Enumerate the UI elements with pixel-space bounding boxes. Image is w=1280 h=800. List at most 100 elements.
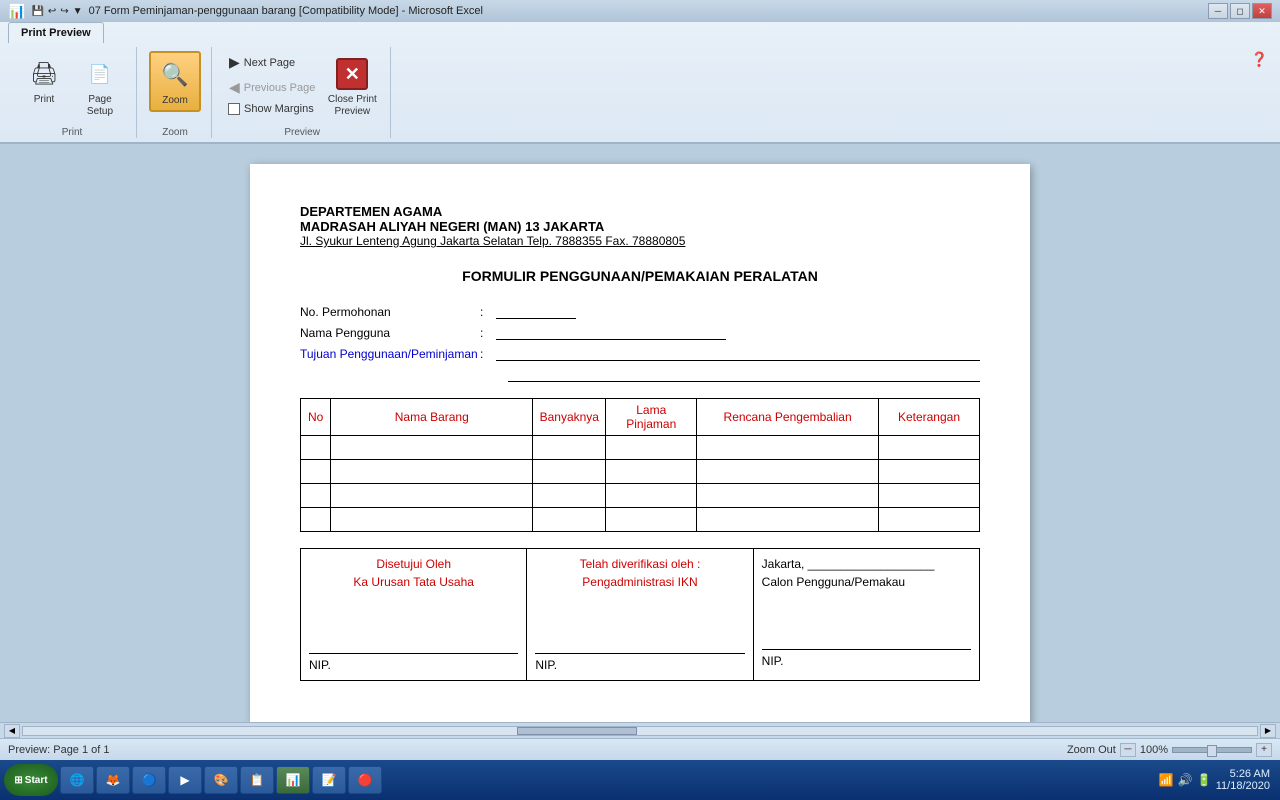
status-left: Preview: Page 1 of 1 — [8, 744, 110, 756]
content-area: DEPARTEMEN AGAMA MADRASAH ALIYAH NEGERI … — [0, 144, 1280, 738]
quick-dropdown[interactable]: ▼ — [73, 6, 83, 17]
zoom-icon: 🔍 — [157, 57, 193, 93]
zoom-button[interactable]: 🔍 Zoom — [149, 51, 201, 112]
zoom-buttons: 🔍 Zoom — [149, 47, 201, 123]
table-row — [301, 460, 980, 484]
taskbar-app-word[interactable]: 📝 — [312, 766, 346, 794]
scroll-thumb-h[interactable] — [517, 727, 637, 735]
ribbon-group-print: 🖨 Print 📄 PageSetup Print — [8, 47, 137, 138]
quick-save[interactable]: 💾 — [31, 6, 43, 17]
main-container: 📊 💾 ↩ ↪ ▼ 07 Form Peminjaman-penggunaan … — [0, 0, 1280, 800]
ribbon-content: 🖨 Print 📄 PageSetup Print 🔍 Zoom — [0, 43, 1280, 142]
close-button[interactable]: ✕ — [1252, 3, 1272, 19]
table-header-nama: Nama Barang — [331, 399, 533, 436]
window-title: 07 Form Peminjaman-penggunaan barang [Co… — [89, 5, 483, 17]
firefox-icon: 🦊 — [105, 772, 121, 788]
tray-clock: 5:26 AM 11/18/2020 — [1216, 768, 1270, 792]
status-bar: Preview: Page 1 of 1 Zoom Out ─ 100% + — [0, 738, 1280, 760]
print-buttons: 🖨 Print 📄 PageSetup — [18, 47, 126, 123]
colon-tujuan: : — [480, 347, 492, 361]
system-tray: 📶 🔊 🔋 5:26 AM 11/18/2020 — [1153, 760, 1276, 800]
taskbar-app-files[interactable]: 📋 — [240, 766, 274, 794]
zoom-in-button[interactable]: + — [1256, 743, 1272, 757]
sig-subheader-2: Pengadministrasi IKN — [535, 575, 744, 589]
zoom-percent: 100% — [1140, 744, 1168, 756]
zoom-slider[interactable] — [1172, 747, 1252, 753]
scroll-right[interactable]: ▶ — [1260, 724, 1276, 738]
show-margins-checkbox[interactable] — [228, 103, 240, 115]
tab-print-preview[interactable]: Print Preview — [8, 22, 104, 43]
ribbon-group-zoom: 🔍 Zoom Zoom — [139, 47, 212, 138]
taskbar-app-opera[interactable]: 🔴 — [348, 766, 382, 794]
zoom-out-button[interactable]: ─ — [1120, 743, 1136, 757]
table-row — [301, 508, 980, 532]
help-icon[interactable]: ❓ — [1251, 51, 1268, 68]
sig-subheader-3: Calon Pengguna/Pemakau — [762, 575, 971, 589]
taskbar-app-firefox[interactable]: 🦊 — [96, 766, 130, 794]
print-button[interactable]: 🖨 Print — [18, 51, 70, 110]
tray-battery-icon: 🔋 — [1197, 773, 1212, 787]
next-page-icon: ▶ — [229, 54, 240, 71]
sig-header-2: Telah diverifikasi oleh : — [535, 557, 744, 571]
minimize-button[interactable]: ─ — [1208, 3, 1228, 19]
restore-button[interactable]: ◻ — [1230, 3, 1250, 19]
sig-col-3: Jakarta, ___________________ Calon Pengg… — [753, 549, 979, 681]
sig-nip-1: NIP. — [309, 658, 518, 672]
preview-scroll[interactable]: DEPARTEMEN AGAMA MADRASAH ALIYAH NEGERI … — [0, 144, 1280, 722]
taskbar-app-paint[interactable]: 🎨 — [204, 766, 238, 794]
sig-line-1 — [309, 653, 518, 654]
word-icon: 📝 — [321, 772, 337, 788]
taskbar: ⊞ Start 🌐 🦊 🔵 ▶ 🎨 📋 📊 📝 🔴 — [0, 760, 1280, 800]
items-table: No Nama Barang Banyaknya Lama Pinjaman R… — [300, 398, 980, 532]
taskbar-app-media[interactable]: ▶ — [168, 766, 202, 794]
sig-space-3 — [762, 589, 971, 649]
taskbar-app-chrome[interactable]: 🔵 — [132, 766, 166, 794]
start-button[interactable]: ⊞ Start — [4, 764, 58, 796]
page-setup-button[interactable]: 📄 PageSetup — [74, 51, 126, 123]
colon-no: : — [480, 305, 492, 319]
scroll-left[interactable]: ◀ — [4, 724, 20, 738]
previous-page-button[interactable]: ◀ Previous Page — [224, 76, 320, 99]
prev-page-icon: ◀ — [229, 79, 240, 96]
table-header-lama: Lama Pinjaman — [606, 399, 697, 436]
sig-col-1: Disetujui Oleh Ka Urusan Tata Usaha NIP. — [301, 549, 527, 681]
zoom-control: Zoom Out ─ 100% + — [1067, 743, 1272, 757]
sig-header-3: Jakarta, ___________________ — [762, 557, 971, 571]
tray-time-value: 5:26 AM — [1216, 768, 1270, 780]
files-icon: 📋 — [249, 772, 265, 788]
zoom-group-label: Zoom — [162, 123, 188, 138]
table-row — [301, 436, 980, 460]
print-page: DEPARTEMEN AGAMA MADRASAH ALIYAH NEGERI … — [250, 164, 1030, 722]
next-page-button[interactable]: ▶ Next Page — [224, 51, 320, 74]
form-fields: No. Permohonan : Nama Pengguna : Tujuan … — [300, 304, 980, 382]
sig-line-2 — [535, 653, 744, 654]
taskbar-app-ie[interactable]: 🌐 — [60, 766, 94, 794]
excel-logo: 📊 — [8, 3, 25, 20]
field-label-nama: Nama Pengguna — [300, 326, 480, 340]
tray-date-value: 11/18/2020 — [1216, 780, 1270, 792]
print-group-label: Print — [62, 123, 83, 138]
preview-buttons: ▶ Next Page ◀ Previous Page Show Margins — [224, 47, 380, 123]
windows-logo: ⊞ — [14, 775, 22, 786]
org-line1: DEPARTEMEN AGAMA — [300, 204, 980, 219]
quick-undo[interactable]: ↩ — [48, 6, 56, 17]
field-label-tujuan: Tujuan Penggunaan/Peminjaman — [300, 347, 480, 361]
title-bar: 📊 💾 ↩ ↪ ▼ 07 Form Peminjaman-penggunaan … — [0, 0, 1280, 22]
tray-network-icon: 📶 — [1159, 773, 1174, 787]
close-print-preview-button[interactable]: ✕ Close PrintPreview — [324, 51, 380, 123]
taskbar-app-excel[interactable]: 📊 — [276, 766, 310, 794]
help-area: ❓ — [1247, 47, 1272, 138]
print-icon: 🖨 — [26, 56, 62, 92]
preview-group-label: Preview — [284, 123, 320, 138]
tray-sound-icon: 🔊 — [1178, 773, 1193, 787]
sig-space-2 — [535, 593, 744, 653]
sig-nip-2: NIP. — [535, 658, 744, 672]
form-title: FORMULIR PENGGUNAAN/PEMAKAIAN PERALATAN — [300, 268, 980, 284]
sig-col-2: Telah diverifikasi oleh : Pengadministra… — [527, 549, 753, 681]
sig-subheader-1: Ka Urusan Tata Usaha — [309, 575, 518, 589]
horizontal-scrollbar[interactable]: ◀ ▶ — [0, 722, 1280, 738]
opera-icon: 🔴 — [357, 772, 373, 788]
quick-redo[interactable]: ↪ — [60, 6, 68, 17]
paint-icon: 🎨 — [213, 772, 229, 788]
field-row-no-permohonan: No. Permohonan : — [300, 304, 980, 319]
